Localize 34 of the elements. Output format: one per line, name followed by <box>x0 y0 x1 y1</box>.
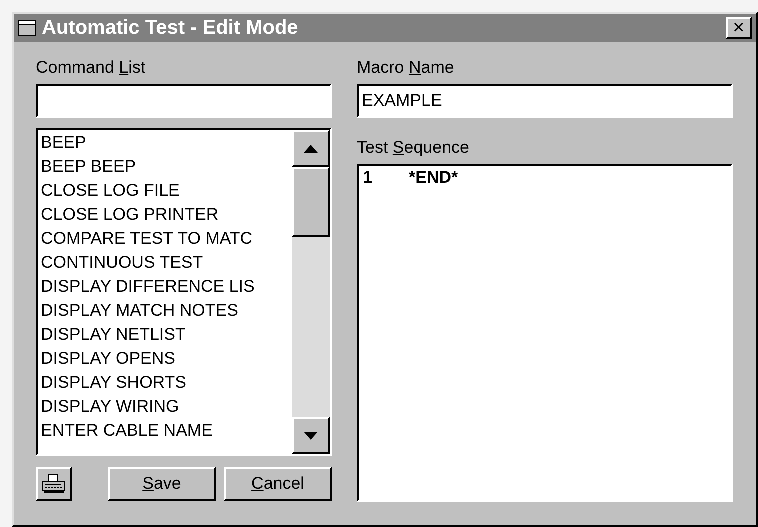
dialog-button[interactable]: Save <box>108 467 216 501</box>
scroll-thumb[interactable] <box>292 167 330 237</box>
window-title: Automatic Test - Edit Mode <box>42 16 300 40</box>
command-list-item[interactable]: BEEP <box>41 131 289 155</box>
command-list-item[interactable]: CLOSE LOG FILE <box>41 179 289 203</box>
print-button[interactable] <box>36 467 72 501</box>
line-number: 1 <box>363 168 374 188</box>
command-list-item[interactable]: DISPLAY DIFFERENCE LIS <box>41 275 289 299</box>
printer-icon <box>42 474 66 494</box>
command-list-item[interactable]: BEEP BEEP <box>41 155 289 179</box>
scroll-down-button[interactable] <box>292 417 330 454</box>
close-button[interactable]: × <box>726 17 752 39</box>
command-list-item[interactable]: DISPLAY OPENS <box>41 347 289 371</box>
command-list-item[interactable]: DISPLAY SHORTS <box>41 371 289 395</box>
test-sequence-box[interactable]: 1 *END* <box>357 164 733 502</box>
macro-name-field[interactable]: EXAMPLE <box>357 84 733 118</box>
command-list-item[interactable]: CLOSE LOG PRINTER <box>41 203 289 227</box>
command-list-label: Command List <box>36 58 147 79</box>
command-list-item[interactable]: CONTINUOUS TEST <box>41 251 289 275</box>
dialog-button[interactable]: Cancel <box>224 467 332 501</box>
sequence-command: *END* <box>409 168 458 188</box>
scroll-up-button[interactable] <box>292 130 330 167</box>
command-list-item[interactable]: DISPLAY MATCH NOTES <box>41 299 289 323</box>
command-list-item[interactable]: COMPARE TEST TO MATC <box>41 227 289 251</box>
command-list-item[interactable]: DISPLAY NETLIST <box>41 323 289 347</box>
window-menu-icon[interactable] <box>18 20 36 36</box>
test-sequence-label: Test Sequence <box>357 138 470 159</box>
scrollbar[interactable] <box>292 130 330 454</box>
command-list-item[interactable]: DISPLAY WIRING <box>41 395 289 419</box>
macro-name-label: Macro Name <box>357 58 456 79</box>
up-arrow-icon <box>304 144 318 152</box>
down-arrow-icon <box>304 432 318 440</box>
command-list-item[interactable]: ENTER CABLE NAME <box>41 419 289 443</box>
command-input-field[interactable] <box>36 84 332 118</box>
